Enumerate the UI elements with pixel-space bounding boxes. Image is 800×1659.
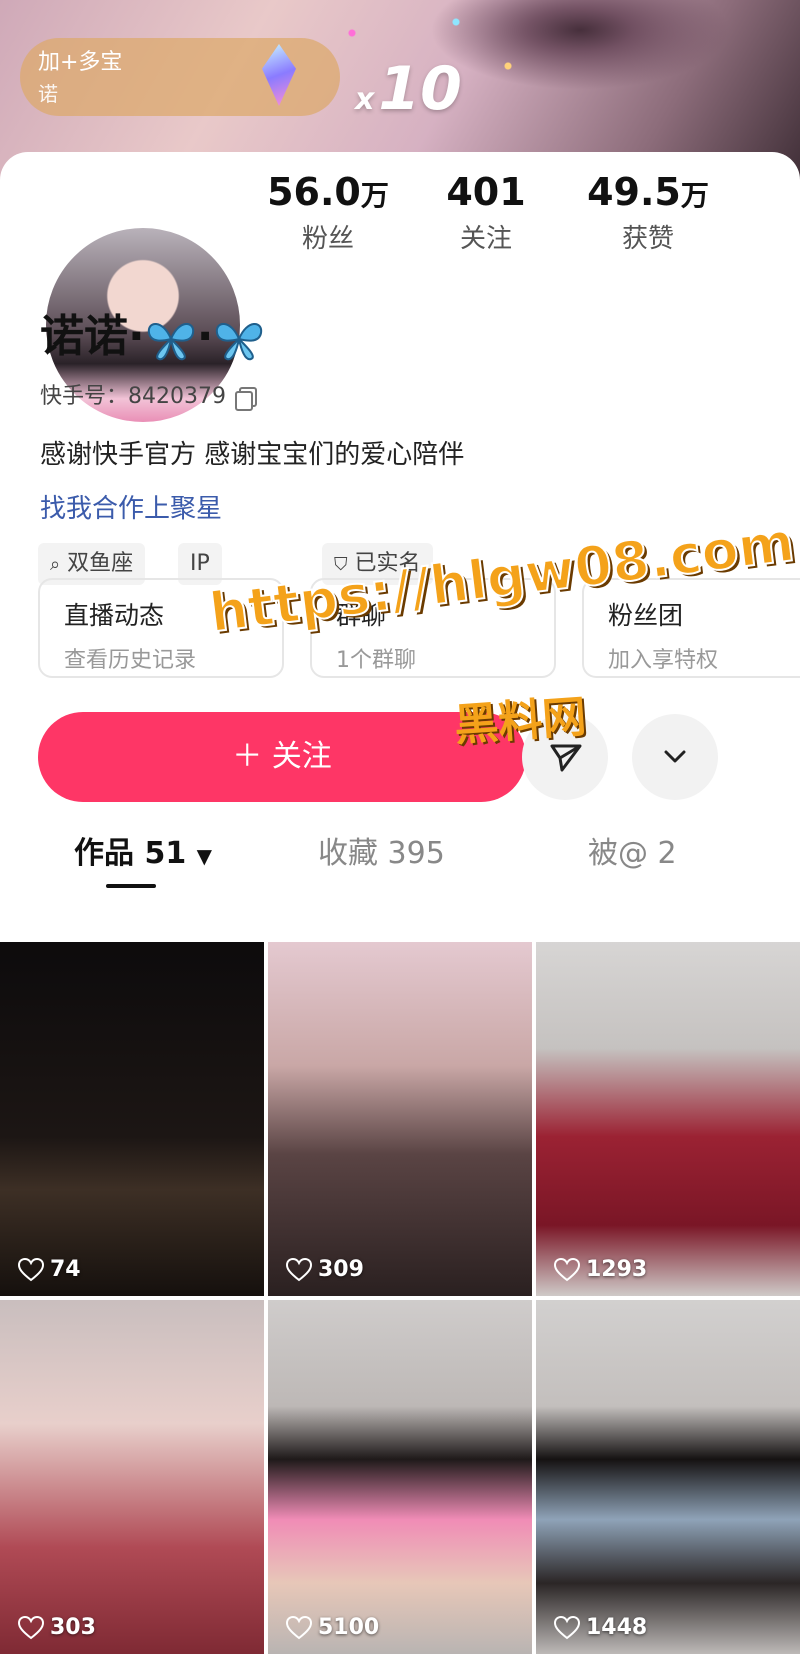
like-count: 303 — [18, 1615, 96, 1640]
like-count: 5100 — [286, 1615, 379, 1640]
post-thumbnail[interactable]: 5100 — [268, 1300, 532, 1654]
active-tab-indicator — [106, 884, 156, 888]
tab-works[interactable]: 作品 51 ▼ — [74, 828, 212, 872]
watermark-site: 黑料网 — [452, 691, 588, 752]
heart-icon — [286, 1257, 312, 1281]
chevron-down-icon — [664, 750, 686, 763]
post-thumbnail[interactable]: 1293 — [536, 942, 800, 1296]
post-thumbnail[interactable]: 74 — [0, 942, 264, 1296]
kuaishou-id: 快手号：8420379 — [40, 378, 257, 411]
multiplier-badge: x10 — [355, 54, 462, 124]
promo-title: 加+多宝 — [38, 50, 123, 75]
promo-subtitle: 诺 — [38, 82, 58, 106]
tab-favorites[interactable]: 收藏 395 — [318, 828, 445, 872]
stat-likes[interactable]: 49.5万 获赞 — [568, 170, 728, 255]
butterfly-icon — [147, 323, 194, 361]
stat-followers[interactable]: 56.0万 粉丝 — [248, 170, 408, 255]
follow-button[interactable]: ＋ 关注 — [38, 712, 526, 802]
search-icon: ⌕ — [50, 554, 61, 575]
profile-card: 56.0万 粉丝 401 关注 49.5万 获赞 诺诺· · 快手号：842037… — [0, 152, 800, 1659]
heart-icon — [286, 1615, 312, 1639]
bio: 感谢快手官方 感谢宝宝们的爱心陪伴 — [40, 440, 465, 470]
like-count: 1293 — [554, 1257, 647, 1282]
like-count: 309 — [286, 1257, 364, 1282]
heart-icon — [18, 1615, 44, 1639]
profile-name: 诺诺· · — [40, 300, 265, 364]
more-button[interactable] — [632, 714, 718, 800]
stat-following[interactable]: 401 关注 — [406, 170, 566, 255]
post-thumbnail[interactable]: 1448 — [536, 1300, 800, 1654]
collab-link[interactable]: 找我合作上聚星 — [40, 488, 222, 525]
tab-mentions[interactable]: 被@ 2 — [588, 828, 677, 872]
like-count: 74 — [18, 1257, 81, 1282]
content-tabs: 作品 51 ▼ 收藏 395 被@ 2 — [0, 828, 800, 888]
copy-icon[interactable] — [234, 386, 257, 411]
heart-icon — [18, 1257, 44, 1281]
post-thumbnail[interactable]: 309 — [268, 942, 532, 1296]
butterfly-icon — [216, 323, 263, 361]
heart-icon — [554, 1257, 580, 1281]
caret-down-icon: ▼ — [196, 844, 213, 868]
like-count: 1448 — [554, 1615, 647, 1640]
post-thumbnail[interactable]: 303 — [0, 1300, 264, 1654]
heart-icon — [554, 1615, 580, 1639]
